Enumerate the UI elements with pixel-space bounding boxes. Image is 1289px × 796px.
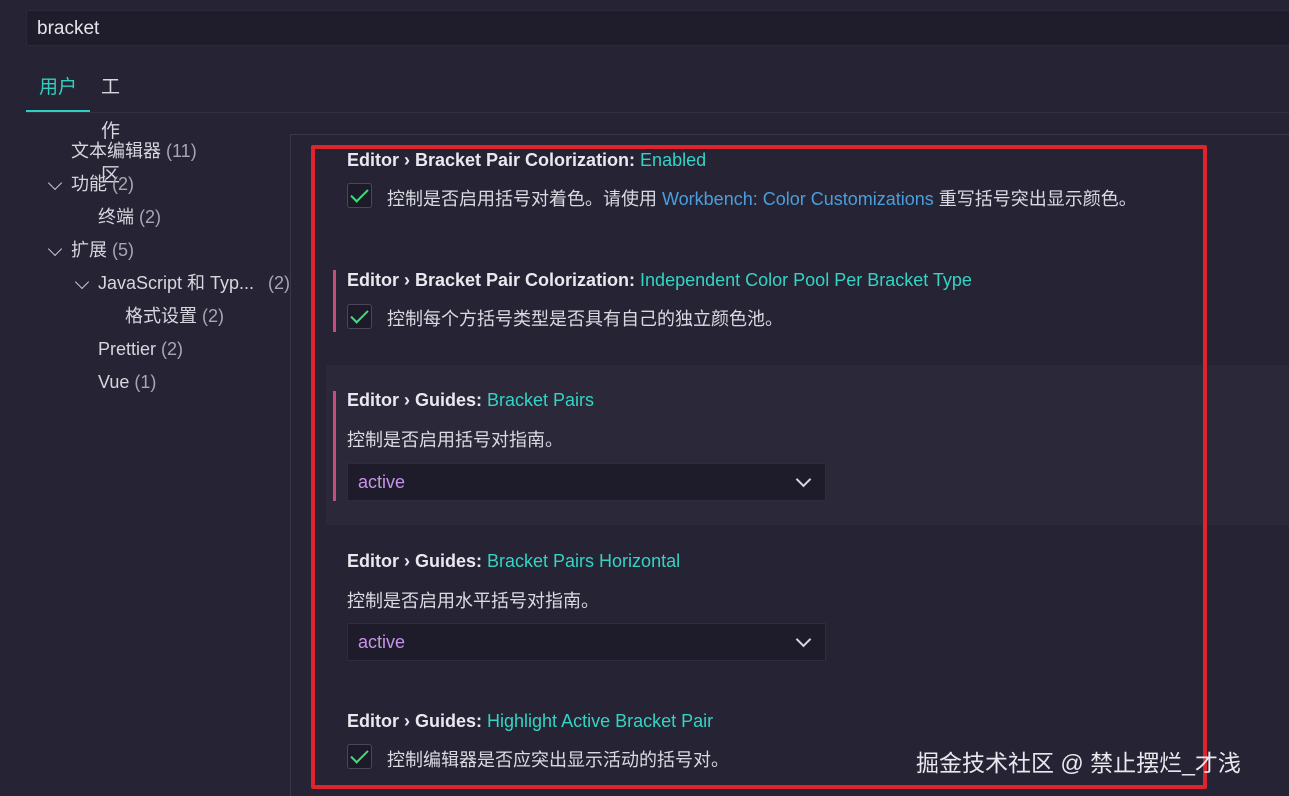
toc-item-label: 功能	[71, 174, 107, 194]
toc-item-label: Vue	[98, 372, 130, 392]
tab-workspace[interactable]: 工作区	[101, 66, 120, 186]
toc-item-features[interactable]: 功能 (2)	[71, 168, 134, 201]
toc-item-label: 文本编辑器	[71, 141, 161, 161]
tab-divider	[26, 112, 1289, 113]
settings-list-border-top	[290, 134, 1289, 135]
toc-item-count: (2)	[112, 174, 135, 194]
toc-item-prettier[interactable]: Prettier (2)	[98, 333, 183, 366]
toc-item-label: 格式设置	[125, 306, 197, 326]
toc-item-count: (5)	[112, 240, 135, 260]
settings-list-border	[290, 134, 291, 796]
toc-item-count: (2)	[202, 306, 225, 326]
toc-item-count: (11)	[166, 141, 197, 161]
toc-item-javascript-count: (2)	[268, 267, 290, 300]
chevron-down-icon[interactable]	[47, 175, 63, 191]
chevron-down-icon[interactable]	[74, 274, 90, 290]
toc-item-vue[interactable]: Vue (1)	[98, 366, 156, 399]
settings-search-box[interactable]	[26, 10, 1289, 47]
toc-item-text-editor[interactable]: 文本编辑器 (11)	[71, 135, 197, 168]
toc-item-count: (2)	[161, 339, 184, 359]
settings-search-input[interactable]	[35, 11, 1239, 47]
watermark: 掘金技术社区 @ 禁止摆烂_才浅	[916, 750, 1241, 776]
chevron-down-icon[interactable]	[47, 241, 63, 257]
toc-item-label: JavaScript 和 Typ...	[98, 273, 255, 293]
toc-item-count: (1)	[134, 372, 157, 392]
toc-item-extensions[interactable]: 扩展 (5)	[71, 234, 134, 267]
toc-item-formatting[interactable]: 格式设置 (2)	[125, 300, 224, 333]
toc-item-javascript-typescript[interactable]: JavaScript 和 Typ...	[98, 267, 254, 300]
toc-item-label: 扩展	[71, 240, 107, 260]
tab-user[interactable]: 用户	[26, 66, 90, 112]
toc-item-label: 终端	[98, 207, 134, 227]
toc-item-terminal[interactable]: 终端 (2)	[98, 201, 161, 234]
toc-item-label: Prettier	[98, 339, 157, 359]
toc-item-count: (2)	[268, 273, 290, 293]
red-highlight-annotation	[311, 145, 1207, 789]
toc-item-count: (2)	[139, 207, 162, 227]
